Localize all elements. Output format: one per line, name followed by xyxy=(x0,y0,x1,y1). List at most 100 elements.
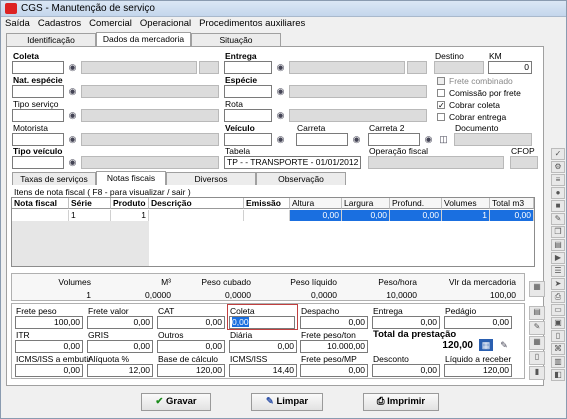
circle-icon[interactable]: ● xyxy=(551,187,565,199)
frete-combinado-checkbox[interactable] xyxy=(437,77,445,85)
side-doc-icon[interactable]: ▤ xyxy=(529,306,545,320)
binoculars-icon[interactable]: ◉ xyxy=(274,85,287,97)
menu-procedimentos[interactable]: Procedimentos auxiliares xyxy=(195,17,309,30)
tab-diversos[interactable]: Diversos xyxy=(166,172,256,185)
carreta2-input[interactable] xyxy=(368,133,420,146)
col-volumes[interactable]: Volumes xyxy=(442,198,490,209)
grid-side-icon[interactable]: ▦ xyxy=(529,281,545,297)
side-page-icon[interactable]: ▯ xyxy=(529,351,545,365)
truck-icon[interactable]: ▶ xyxy=(551,252,565,264)
check-icon[interactable]: ✓ xyxy=(551,148,565,160)
col-total-m3[interactable]: Total m3 xyxy=(490,198,534,209)
veiculo-input[interactable] xyxy=(224,133,272,146)
binoculars-icon[interactable]: ◉ xyxy=(350,133,363,145)
notas-grid[interactable]: Nota fiscal Série Produto Descrição Emis… xyxy=(11,197,535,267)
calculator-icon[interactable]: ▦ xyxy=(479,339,493,351)
entrega-input[interactable] xyxy=(224,61,272,74)
arrow-icon[interactable]: ➤ xyxy=(551,278,565,290)
binoculars-icon[interactable]: ◉ xyxy=(422,133,435,145)
doc-icon[interactable]: ▤ xyxy=(551,239,565,251)
entrega-calc-input[interactable]: 0,00 xyxy=(372,316,440,329)
coleta-calc-input[interactable]: 0,00 xyxy=(229,316,295,329)
itr-input[interactable]: 0,00 xyxy=(15,340,83,353)
menu-operacional[interactable]: Operacional xyxy=(136,17,195,30)
menu-saida[interactable]: Saída xyxy=(1,17,34,30)
rota-input[interactable] xyxy=(224,109,272,122)
tab-notas-fiscais[interactable]: Notas fiscais xyxy=(96,171,166,185)
carreta-input[interactable] xyxy=(296,133,348,146)
binoculars-icon[interactable]: ◉ xyxy=(66,133,79,145)
binoculars-icon[interactable]: ◉ xyxy=(66,156,79,168)
comissao-frete-checkbox[interactable] xyxy=(437,89,445,97)
diaria-input[interactable]: 0,00 xyxy=(229,340,297,353)
despacho-input[interactable]: 0,00 xyxy=(300,316,368,329)
binoculars-icon[interactable]: ◉ xyxy=(66,85,79,97)
cell-produto[interactable]: 1 xyxy=(111,210,149,221)
cell-serie[interactable]: 1 xyxy=(69,210,111,221)
limpar-button[interactable]: ✎ Limpar xyxy=(251,393,323,411)
pencil-icon[interactable]: ✎ xyxy=(551,213,565,225)
tab-taxas-servicos[interactable]: Taxas de serviços xyxy=(12,172,96,185)
copy-icon[interactable]: ❐ xyxy=(551,226,565,238)
clip-icon[interactable]: ⌘ xyxy=(551,343,565,355)
cnt-icon[interactable]: ≡ xyxy=(551,174,565,186)
coleta-input[interactable] xyxy=(12,61,64,74)
binoculars-icon[interactable]: ◉ xyxy=(274,109,287,121)
aliquota-input[interactable]: 12,00 xyxy=(87,364,153,377)
cell-largura[interactable]: 0,00 xyxy=(342,210,390,221)
col-descricao[interactable]: Descrição xyxy=(149,198,244,209)
side-trash-icon[interactable]: ▮ xyxy=(529,366,545,380)
box-icon[interactable]: ■ xyxy=(551,200,565,212)
side-edit-icon[interactable]: ✎ xyxy=(529,321,545,335)
col-altura[interactable]: Altura xyxy=(290,198,342,209)
col-emissao[interactable]: Emissão xyxy=(244,198,290,209)
gear-icon[interactable]: ⚙ xyxy=(551,161,565,173)
tab-dados-mercadoria[interactable]: Dados da mercadoria xyxy=(96,32,191,46)
col-profund[interactable]: Profund. xyxy=(390,198,442,209)
col-serie[interactable]: Série xyxy=(69,198,111,209)
page-icon[interactable]: ▯ xyxy=(551,330,565,342)
tab-situacao[interactable]: Situação xyxy=(191,33,281,46)
km-input[interactable]: 0 xyxy=(488,61,532,74)
cell-nota-fiscal[interactable] xyxy=(12,210,69,221)
side-calc-icon[interactable]: ▦ xyxy=(529,336,545,350)
col-produto[interactable]: Produto xyxy=(111,198,149,209)
tipo-veiculo-input[interactable] xyxy=(12,156,64,169)
document-icon[interactable]: ◫ xyxy=(437,133,450,145)
print-icon[interactable]: ⎙ xyxy=(551,291,565,303)
menu-comercial[interactable]: Comercial xyxy=(85,17,136,30)
frete-peso-mp-input[interactable]: 0,00 xyxy=(300,364,368,377)
desconto-input[interactable]: 0,00 xyxy=(372,364,440,377)
binoculars-icon[interactable]: ◉ xyxy=(66,109,79,121)
tab-observacao[interactable]: Observação xyxy=(256,172,346,185)
cell-total-m3[interactable]: 0,00 xyxy=(490,210,534,221)
stack-icon[interactable]: ▥ xyxy=(551,356,565,368)
especie-input[interactable] xyxy=(224,85,272,98)
gravar-button[interactable]: ✔ Gravar xyxy=(141,393,211,411)
list-icon[interactable]: ☰ xyxy=(551,265,565,277)
motorista-input[interactable] xyxy=(12,133,64,146)
binoculars-icon[interactable]: ◉ xyxy=(274,61,287,73)
binoculars-icon[interactable]: ◉ xyxy=(274,133,287,145)
cat-input[interactable]: 0,00 xyxy=(157,316,225,329)
col-nota-fiscal[interactable]: Nota fiscal xyxy=(12,198,69,209)
cobrar-coleta-checkbox[interactable]: ✓ xyxy=(437,101,445,110)
cell-altura[interactable]: 0,00 xyxy=(290,210,342,221)
outros-input[interactable]: 0,00 xyxy=(157,340,225,353)
cell-descricao[interactable] xyxy=(149,210,244,221)
nat-especie-input[interactable] xyxy=(12,85,64,98)
frete-peso-ton-input[interactable]: 10.000,00 xyxy=(300,340,368,353)
cell-volumes[interactable]: 1 xyxy=(442,210,490,221)
tipo-servico-input[interactable] xyxy=(12,109,64,122)
note-icon[interactable]: ▣ xyxy=(551,317,565,329)
pedagio-input[interactable]: 0,00 xyxy=(444,316,512,329)
col-largura[interactable]: Largura xyxy=(342,198,390,209)
tool-icon[interactable]: ◧ xyxy=(551,369,565,381)
frete-peso-input[interactable]: 100,00 xyxy=(15,316,83,329)
icms-embutir-input[interactable]: 0,00 xyxy=(15,364,83,377)
tab-identificacao[interactable]: Identificação xyxy=(6,33,96,46)
edit-icon[interactable]: ✎ xyxy=(497,339,511,351)
cobrar-entrega-checkbox[interactable] xyxy=(437,113,445,121)
gris-input[interactable]: 0,00 xyxy=(87,340,153,353)
frete-valor-input[interactable]: 0,00 xyxy=(87,316,153,329)
